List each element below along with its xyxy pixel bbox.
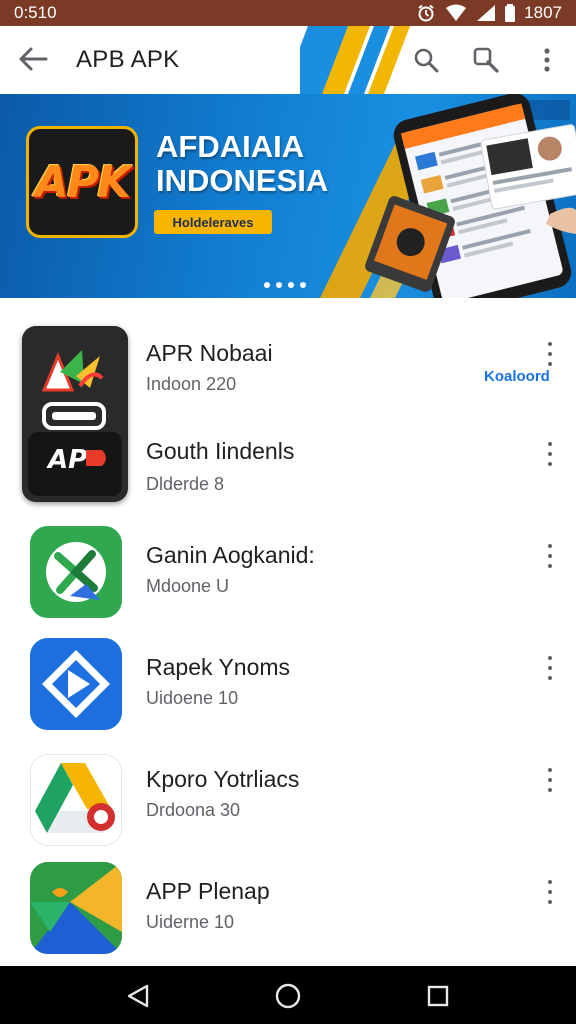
- maps-icon: [30, 862, 122, 954]
- back-button[interactable]: [16, 44, 52, 76]
- list-item[interactable]: APR Nobaai Indoon 220: [0, 330, 576, 420]
- app-icon: [30, 862, 122, 954]
- banner-logo: APK: [26, 126, 138, 238]
- app-name: APP Plenap: [146, 878, 270, 904]
- app-subtitle: Indoon 220: [146, 374, 237, 394]
- app-icon: [30, 638, 122, 730]
- signal-icon: [477, 5, 496, 21]
- banner-tagline[interactable]: Holdeleraves: [154, 210, 272, 234]
- nav-back-button[interactable]: [122, 980, 154, 1012]
- app-icon: [30, 526, 122, 618]
- app-name: Ganin Aogkanid:: [146, 542, 315, 568]
- app-name: Gouth Iindenls: [146, 438, 295, 464]
- app-subtitle: Dlderde 8: [146, 474, 225, 494]
- triangle-back-icon: [127, 984, 149, 1008]
- banner-logo-text: APK: [34, 156, 131, 208]
- app-icon: [30, 754, 122, 846]
- list-item[interactable]: Ganin Aogkanid: Mdoone U: [0, 524, 576, 624]
- carousel-dot[interactable]: [300, 282, 306, 288]
- app-name: Kporo Yotrliacs: [146, 766, 300, 792]
- arrow-left-icon: [19, 47, 48, 71]
- status-battery-text: 1807: [524, 3, 562, 22]
- carousel-dot[interactable]: [264, 282, 270, 288]
- status-bar: 0:510 1807: [0, 0, 576, 26]
- page-title: APB APK: [76, 46, 180, 73]
- app-bar: APB APK: [0, 26, 576, 94]
- search-icon: [414, 48, 439, 73]
- search-alt-button[interactable]: [468, 42, 504, 78]
- app-subtitle: Uiderne 10: [146, 912, 235, 932]
- app-name: Rapek Ynoms: [146, 654, 291, 680]
- promo-banner[interactable]: APK AFDAIAIA INDONESIA Holdeleraves: [0, 94, 576, 298]
- more-vert-icon[interactable]: [540, 442, 560, 466]
- search-alt-icon: [473, 47, 499, 73]
- status-icons: 1807: [416, 3, 562, 23]
- banner-headline: AFDAIAIA INDONESIA: [156, 130, 328, 198]
- banner-phone-illustration: [320, 94, 576, 298]
- drive-icon: [31, 755, 121, 845]
- carousel-dot[interactable]: [288, 282, 294, 288]
- recycle-icon: [30, 526, 122, 618]
- more-vert-icon[interactable]: [540, 342, 560, 366]
- carousel-dot[interactable]: [276, 282, 282, 288]
- wifi-icon: [446, 4, 467, 21]
- search-button[interactable]: [408, 42, 444, 78]
- more-vert-icon[interactable]: [540, 880, 560, 904]
- nav-recents-button[interactable]: [422, 980, 454, 1012]
- header-decoration: [300, 26, 410, 94]
- app-name: APR Nobaai: [146, 340, 273, 366]
- square-recents-icon: [427, 985, 449, 1007]
- alarm-icon: [418, 4, 434, 22]
- app-subtitle: Mdoone U: [146, 576, 230, 596]
- status-time: 0:510: [14, 3, 57, 22]
- banner-headline-line2: INDONESIA: [156, 163, 329, 198]
- list-item[interactable]: APP Plenap Uiderne 10: [0, 860, 576, 960]
- circle-home-icon: [275, 983, 301, 1009]
- carousel-indicator[interactable]: [264, 282, 306, 288]
- app-subtitle: Uidoene 10: [146, 688, 239, 708]
- nav-home-button[interactable]: [272, 980, 304, 1012]
- more-vert-icon[interactable]: [540, 656, 560, 680]
- play-icon: [30, 638, 122, 730]
- list-item[interactable]: Rapek Ynoms Uidoene 10: [0, 636, 576, 736]
- overflow-menu-button[interactable]: [529, 42, 565, 78]
- more-vert-icon: [544, 48, 550, 72]
- system-nav-bar: [0, 966, 576, 1024]
- battery-icon: [505, 4, 516, 22]
- more-vert-icon[interactable]: [540, 544, 560, 568]
- app-subtitle: Drdoona 30: [146, 800, 241, 820]
- banner-headline-line1: AFDAIAIA: [156, 129, 305, 164]
- more-vert-icon[interactable]: [540, 768, 560, 792]
- list-item[interactable]: Kporo Yotrliacs Drdoona 30: [0, 748, 576, 848]
- list-item[interactable]: Gouth Iindenls Dlderde 8: [0, 430, 576, 520]
